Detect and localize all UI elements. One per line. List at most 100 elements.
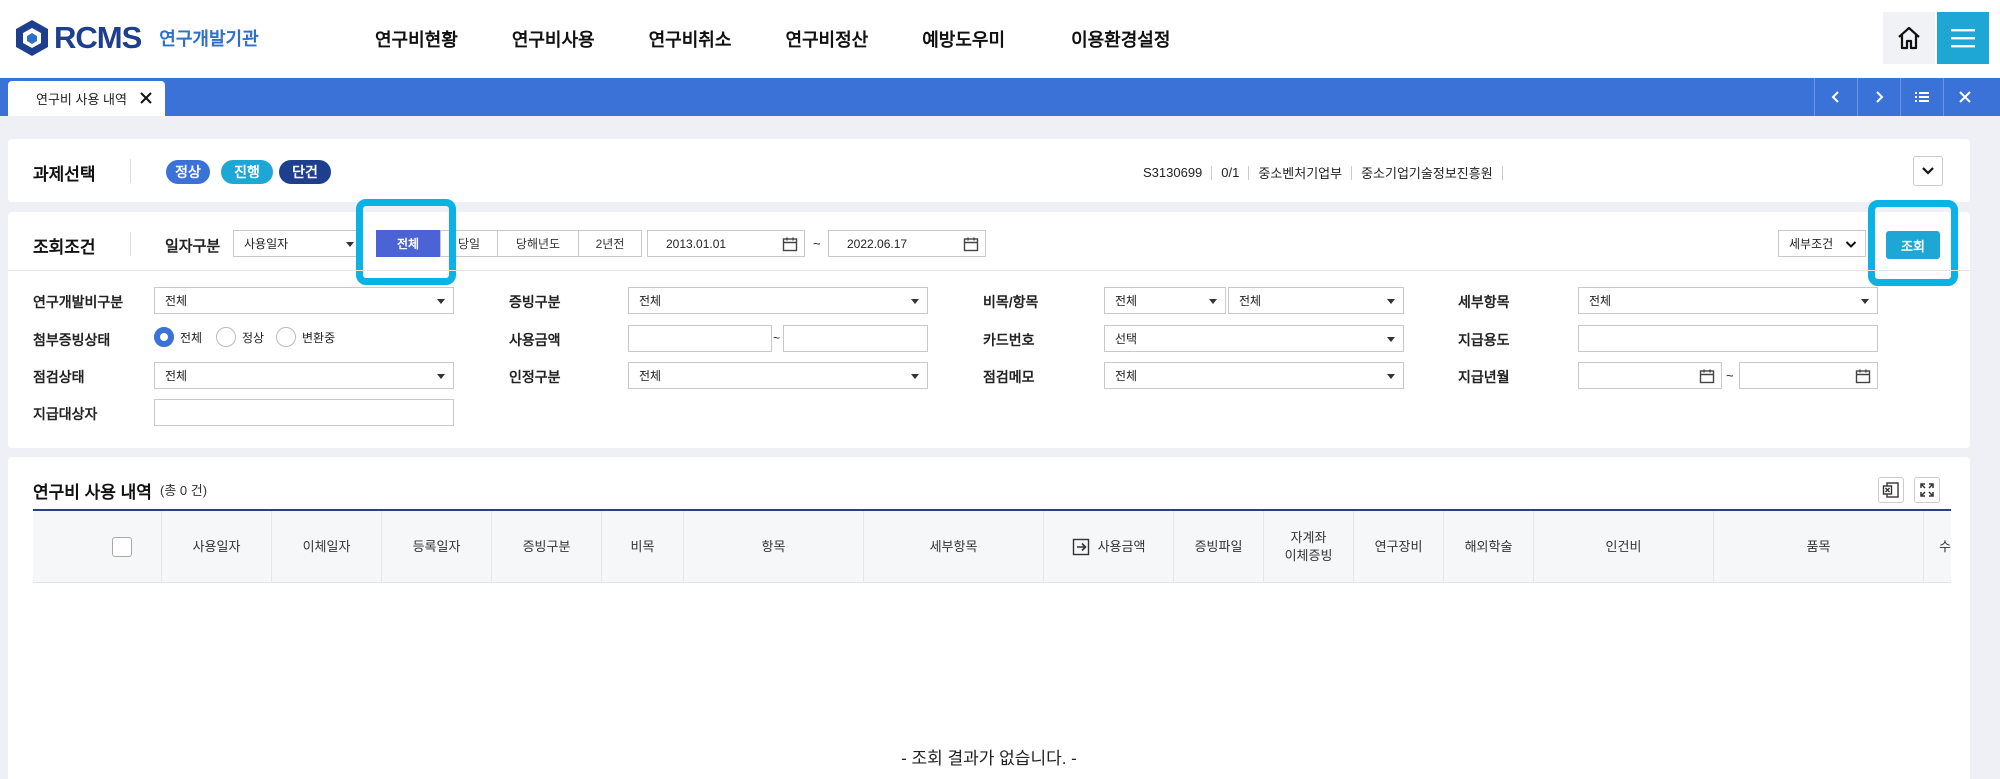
date-separator: ~ xyxy=(813,236,821,251)
project-select-title: 과제선택 xyxy=(33,165,96,184)
home-button[interactable] xyxy=(1883,12,1935,64)
tab-close-all-button[interactable] xyxy=(1943,78,1985,116)
amount-from-input[interactable] xyxy=(628,325,772,352)
check-status-value: 전체 xyxy=(165,369,188,383)
tab-research-usage[interactable]: 연구비 사용 내역 xyxy=(8,81,165,116)
budget-category-select[interactable]: 전체 xyxy=(1104,287,1226,314)
calendar-icon[interactable] xyxy=(1855,368,1871,384)
pay-purpose-input[interactable] xyxy=(1578,325,1878,352)
nav-item-research-settle[interactable]: 연구비정산 xyxy=(785,26,868,52)
expand-icon xyxy=(1920,483,1934,497)
date-to-input[interactable]: 2022.06.17 xyxy=(828,230,986,257)
col-header-evidence-type[interactable]: 증빙구분 xyxy=(491,511,601,583)
col-header-transfer-date[interactable]: 이체일자 xyxy=(271,511,381,583)
calendar-icon[interactable] xyxy=(963,236,979,252)
card-number-select[interactable]: 선택 xyxy=(1104,325,1404,352)
col-header-usage-date[interactable]: 사용일자 xyxy=(161,511,271,583)
col-header-quantity[interactable]: 수 xyxy=(1923,511,1951,583)
col-header-detail-item[interactable]: 세부항목 xyxy=(863,511,1043,583)
date-type-label: 일자구분 xyxy=(165,238,221,255)
rnd-type-select[interactable]: 전체 xyxy=(154,287,454,314)
radio-checked-icon xyxy=(154,327,174,347)
attach-radio-converting[interactable]: 변환중 xyxy=(276,327,335,347)
caret-down-icon xyxy=(346,242,354,247)
table-header: 사용일자 이체일자 등록일자 증빙구분 비목 항목 세부항목 사용금액 증빙파일… xyxy=(33,509,1951,583)
calendar-icon[interactable] xyxy=(1699,368,1715,384)
nav-item-research-cancel[interactable]: 연구비취소 xyxy=(649,26,732,52)
attach-radio-normal[interactable]: 정상 xyxy=(216,327,264,347)
result-title: 연구비 사용 내역 xyxy=(33,483,152,502)
attach-radio-all[interactable]: 전체 xyxy=(154,327,202,347)
budget-item-select[interactable]: 전체 xyxy=(1228,287,1404,314)
tab-next-button[interactable] xyxy=(1857,78,1899,116)
radio-icon xyxy=(276,327,296,347)
col-header-amount[interactable]: 사용금액 xyxy=(1043,511,1173,583)
col-header-research-equipment[interactable]: 연구장비 xyxy=(1353,511,1443,583)
approval-type-select[interactable]: 전체 xyxy=(628,362,928,389)
col-header-register-date[interactable]: 등록일자 xyxy=(381,511,491,583)
status-badge-progress: 진행 xyxy=(221,160,273,184)
amount-to-input[interactable] xyxy=(783,325,928,352)
tab-prev-button[interactable] xyxy=(1814,78,1856,116)
col-header-personnel-cost[interactable]: 인건비 xyxy=(1533,511,1713,583)
logo[interactable]: RCMS 연구개발기관 xyxy=(14,18,259,58)
date-from-input[interactable]: 2013.01.01 xyxy=(647,230,805,257)
period-two-years-button[interactable]: 2년전 xyxy=(578,230,642,257)
evidence-type-select[interactable]: 전체 xyxy=(628,287,928,314)
col-header-overseas-academic[interactable]: 해외학술 xyxy=(1443,511,1533,583)
budget-category-value: 전체 xyxy=(1115,294,1138,308)
excel-icon xyxy=(1882,482,1899,498)
nav-item-prevention-helper[interactable]: 예방도우미 xyxy=(922,26,1005,52)
export-icon[interactable] xyxy=(1072,538,1090,556)
select-all-checkbox[interactable] xyxy=(112,537,132,557)
payee-input[interactable] xyxy=(154,399,454,426)
date-type-select[interactable]: 사용일자 xyxy=(233,230,363,257)
top-header: RCMS 연구개발기관 연구비현황 연구비사용 연구비취소 연구비정산 예방도우… xyxy=(0,0,2000,78)
expand-table-button[interactable] xyxy=(1914,477,1940,503)
check-memo-select[interactable]: 전체 xyxy=(1104,362,1404,389)
detail-item-select[interactable]: 전체 xyxy=(1578,287,1878,314)
evidence-type-value: 전체 xyxy=(639,294,662,308)
approval-type-value: 전체 xyxy=(639,369,662,383)
period-this-year-button[interactable]: 당해년도 xyxy=(497,230,579,257)
check-status-select[interactable]: 전체 xyxy=(154,362,454,389)
excel-download-button[interactable] xyxy=(1878,477,1904,503)
calendar-icon[interactable] xyxy=(782,236,798,252)
col-header-budget-category[interactable]: 비목 xyxy=(601,511,683,583)
period-all-button[interactable]: 전체 xyxy=(376,230,440,257)
status-badge-normal: 정상 xyxy=(166,160,210,184)
logo-subtitle: 연구개발기관 xyxy=(159,29,259,49)
nav-item-environment-settings[interactable]: 이용환경설정 xyxy=(1071,26,1170,52)
home-icon xyxy=(1898,26,1920,50)
pay-purpose-label: 지급용도 xyxy=(1458,332,1510,348)
attach-option-converting: 변환중 xyxy=(302,330,336,345)
detail-condition-select[interactable]: 세부조건 xyxy=(1778,230,1866,257)
col-header-product[interactable]: 품목 xyxy=(1713,511,1923,583)
hamburger-menu-icon xyxy=(1951,29,1975,48)
payee-label: 지급대상자 xyxy=(33,406,98,422)
col-header-item[interactable]: 항목 xyxy=(683,511,863,583)
nav-item-research-use[interactable]: 연구비사용 xyxy=(512,26,595,52)
search-button[interactable]: 조회 xyxy=(1886,231,1940,259)
close-icon[interactable] xyxy=(138,90,154,106)
chevron-left-icon xyxy=(1831,91,1839,103)
attach-option-normal: 정상 xyxy=(242,330,265,345)
radio-icon xyxy=(216,327,236,347)
period-today-button[interactable]: 당일 xyxy=(440,230,498,257)
caret-down-icon xyxy=(437,374,445,379)
list-icon xyxy=(1914,92,1929,102)
col-header-evidence-file[interactable]: 증빙파일 xyxy=(1173,511,1263,583)
col-header-amount-label: 사용금액 xyxy=(1097,539,1146,554)
col-header-self-account-transfer[interactable]: 자계좌 이체증빙 xyxy=(1263,511,1353,583)
amount-separator: ~ xyxy=(773,331,781,345)
nav-item-research-status[interactable]: 연구비현황 xyxy=(375,26,458,52)
caret-down-icon xyxy=(437,299,445,304)
hamburger-menu-button[interactable] xyxy=(1937,12,1989,64)
expand-project-button[interactable] xyxy=(1913,156,1943,186)
chevron-right-icon xyxy=(1875,91,1883,103)
tab-bar: 연구비 사용 내역 xyxy=(0,78,2000,116)
check-memo-label: 점검메모 xyxy=(983,369,1035,385)
tab-list-button[interactable] xyxy=(1900,78,1942,116)
pay-month-to-input[interactable] xyxy=(1739,362,1878,389)
pay-month-from-input[interactable] xyxy=(1578,362,1722,389)
